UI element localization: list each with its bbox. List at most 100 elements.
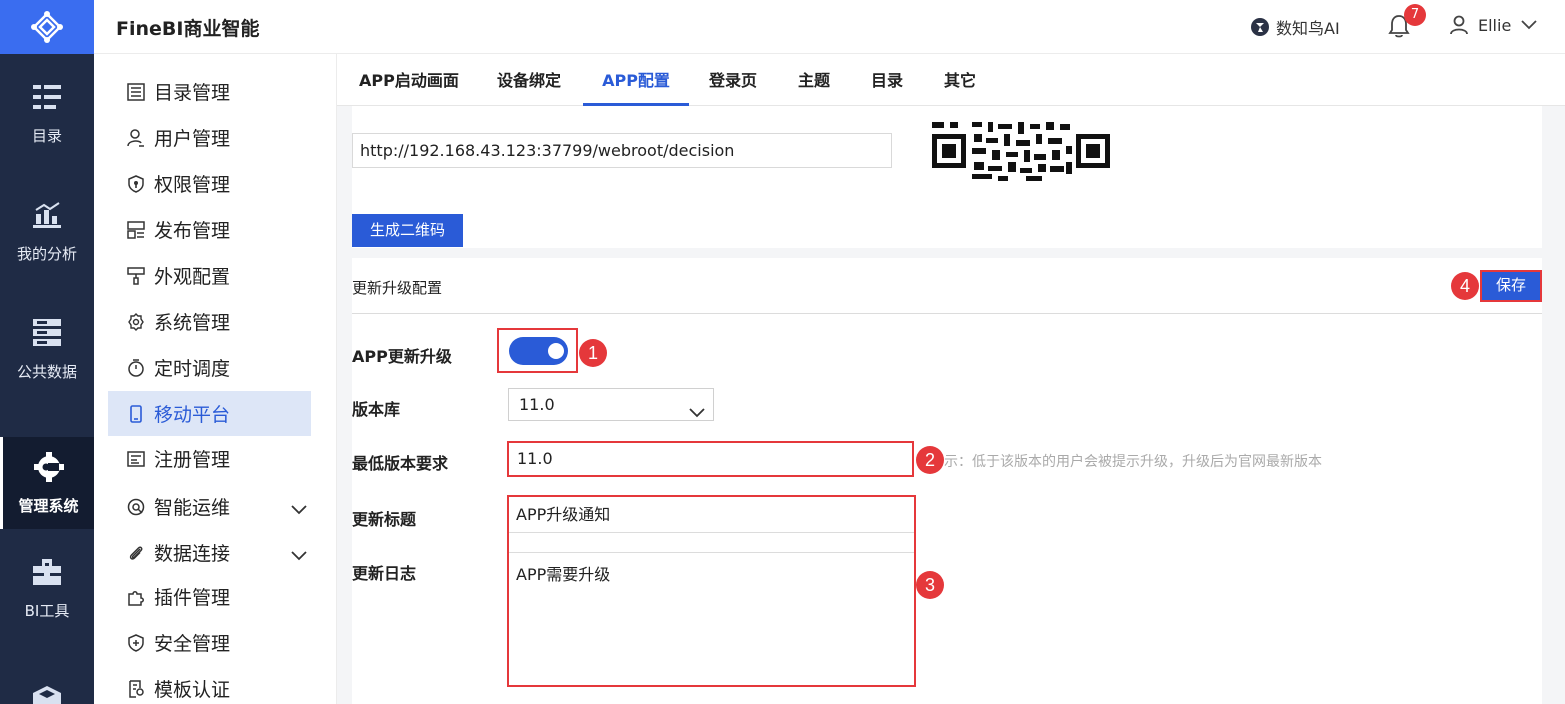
mobile-icon bbox=[126, 404, 146, 424]
list-icon bbox=[126, 82, 146, 102]
ai-assistant-button[interactable]: 数知鸟AI bbox=[1250, 15, 1340, 39]
database-icon bbox=[31, 317, 63, 349]
logo-icon[interactable] bbox=[0, 0, 94, 54]
submenu-label: 目录管理 bbox=[154, 82, 231, 104]
submenu-item-permission-mgmt[interactable]: 权限管理 bbox=[108, 161, 311, 206]
submenu-label: 用户管理 bbox=[154, 128, 231, 150]
brush-icon bbox=[126, 266, 146, 286]
user-name: Ellie bbox=[1478, 15, 1512, 35]
chevron-down-icon bbox=[291, 498, 307, 520]
tab-login-page[interactable]: 登录页 bbox=[709, 54, 757, 106]
submenu-item-appearance[interactable]: 外观配置 bbox=[108, 253, 311, 298]
update-log-textarea[interactable]: APP需要升级 bbox=[509, 552, 914, 685]
tab-device-binding[interactable]: 设备绑定 bbox=[497, 54, 561, 106]
annotation-marker-4: 4 bbox=[1451, 272, 1479, 300]
tab-app-config[interactable]: APP配置 bbox=[583, 54, 689, 106]
submenu-label: 安全管理 bbox=[154, 633, 231, 655]
timer-icon bbox=[126, 358, 146, 378]
submenu-label: 智能运维 bbox=[154, 497, 231, 519]
submenu-item-security-mgmt[interactable]: 安全管理 bbox=[108, 620, 311, 665]
ops-icon bbox=[126, 497, 146, 517]
qr-code-image bbox=[926, 120, 1118, 182]
save-button[interactable]: 保存 bbox=[1480, 270, 1542, 302]
submenu-item-mobile-platform[interactable]: 移动平台 bbox=[108, 391, 311, 436]
tab-other[interactable]: 其它 bbox=[944, 54, 976, 106]
submenu-label: 系统管理 bbox=[154, 312, 231, 334]
toggle-knob bbox=[548, 343, 564, 359]
version-lib-value: 11.0 bbox=[519, 395, 555, 414]
chevron-down-icon bbox=[291, 544, 307, 566]
annotation-marker-1: 1 bbox=[579, 339, 607, 367]
ai-assistant-label: 数知鸟AI bbox=[1276, 19, 1340, 38]
submenu-item-smart-ops[interactable]: 智能运维 bbox=[108, 484, 311, 529]
security-icon bbox=[126, 633, 146, 653]
section-divider bbox=[352, 313, 1542, 314]
annotation-marker-2: 2 bbox=[916, 446, 944, 474]
app-brand: FineBI商业智能 bbox=[116, 18, 260, 40]
certificate-icon bbox=[126, 679, 146, 699]
notification-count-badge: 7 bbox=[1404, 4, 1426, 26]
submenu-item-data-connection[interactable]: 数据连接 bbox=[108, 530, 311, 575]
min-version-hint: 示：低于该版本的用户会被提示升级，升级后为官网最新版本 bbox=[944, 454, 1322, 470]
rail-item-label: BI工具 bbox=[24, 601, 70, 620]
update-log-label: 更新日志 bbox=[352, 564, 417, 583]
user-icon bbox=[1450, 15, 1468, 35]
submenu-label: 模板认证 bbox=[154, 679, 231, 701]
user-menu[interactable]: Ellie bbox=[1450, 15, 1537, 35]
version-lib-label: 版本库 bbox=[352, 400, 401, 419]
version-lib-select[interactable]: 11.0 bbox=[508, 388, 714, 421]
gear-icon bbox=[126, 312, 146, 332]
rail-item-public-data[interactable]: 公共数据 bbox=[0, 290, 94, 408]
annotation-marker-3: 3 bbox=[916, 571, 944, 599]
tab-app-launch-screen[interactable]: APP启动画面 bbox=[359, 54, 459, 106]
server-url-input[interactable]: http://192.168.43.123:37799/webroot/deci… bbox=[352, 133, 892, 168]
update-title-label: 更新标题 bbox=[352, 510, 417, 529]
min-version-label: 最低版本要求 bbox=[352, 454, 449, 473]
rail-item-label: 管理系统 bbox=[18, 496, 79, 515]
submenu-item-publish-mgmt[interactable]: 发布管理 bbox=[108, 207, 311, 252]
rail-item-bi-tools[interactable]: BI工具 bbox=[0, 529, 94, 647]
app-update-label: APP更新升级 bbox=[352, 347, 452, 366]
chevron-down-icon bbox=[689, 397, 705, 428]
toolbox-icon bbox=[31, 556, 63, 588]
submenu-item-catalog-mgmt[interactable]: 目录管理 bbox=[108, 69, 311, 114]
paperclip-icon bbox=[126, 543, 146, 563]
generate-qr-button[interactable]: 生成二维码 bbox=[352, 214, 463, 247]
tab-catalog[interactable]: 目录 bbox=[871, 54, 903, 106]
submenu-item-system-mgmt[interactable]: 系统管理 bbox=[108, 299, 311, 344]
submenu-item-user-mgmt[interactable]: 用户管理 bbox=[108, 115, 311, 160]
submenu-label: 数据连接 bbox=[154, 543, 231, 565]
nav-rail: 目录 我的分析 公共数据 管理系统 BI工具 bbox=[0, 0, 94, 704]
rail-item-my-analysis[interactable]: 我的分析 bbox=[0, 172, 94, 290]
cube-icon[interactable] bbox=[33, 686, 61, 704]
submenu-label: 外观配置 bbox=[154, 266, 231, 288]
submenu-label: 定时调度 bbox=[154, 358, 231, 380]
app-update-toggle[interactable] bbox=[509, 337, 568, 365]
shield-icon bbox=[126, 174, 146, 194]
submenu-label: 发布管理 bbox=[154, 220, 231, 242]
rail-item-label: 目录 bbox=[31, 126, 62, 145]
layout-icon bbox=[126, 220, 146, 240]
settings-icon bbox=[33, 451, 65, 483]
rail-item-management[interactable]: 管理系统 bbox=[0, 437, 94, 529]
submenu-item-plugin-mgmt[interactable]: 插件管理 bbox=[108, 574, 311, 619]
rail-item-label: 公共数据 bbox=[16, 362, 77, 381]
update-title-input[interactable]: APP升级通知 bbox=[509, 497, 914, 533]
top-header: FineBI商业智能 数知鸟AI 7 Ellie bbox=[94, 0, 1565, 54]
submenu-item-registration[interactable]: 注册管理 bbox=[108, 436, 311, 481]
list-icon bbox=[31, 81, 63, 113]
register-icon bbox=[126, 449, 146, 469]
submenu-item-schedule[interactable]: 定时调度 bbox=[108, 345, 311, 390]
submenu-label: 注册管理 bbox=[154, 449, 231, 471]
tab-bar: APP启动画面 设备绑定 APP配置 登录页 主题 目录 其它 bbox=[337, 54, 1565, 106]
submenu-item-template-cert[interactable]: 模板认证 bbox=[108, 666, 311, 704]
tab-theme[interactable]: 主题 bbox=[798, 54, 830, 106]
chart-icon bbox=[31, 199, 63, 231]
user-icon bbox=[126, 128, 146, 148]
rail-item-catalog[interactable]: 目录 bbox=[0, 54, 94, 172]
min-version-input[interactable]: 11.0 bbox=[507, 441, 914, 477]
submenu-label: 插件管理 bbox=[154, 587, 231, 609]
rail-item-label: 我的分析 bbox=[16, 244, 77, 263]
chevron-down-icon bbox=[1521, 20, 1537, 30]
puzzle-icon bbox=[126, 587, 146, 607]
